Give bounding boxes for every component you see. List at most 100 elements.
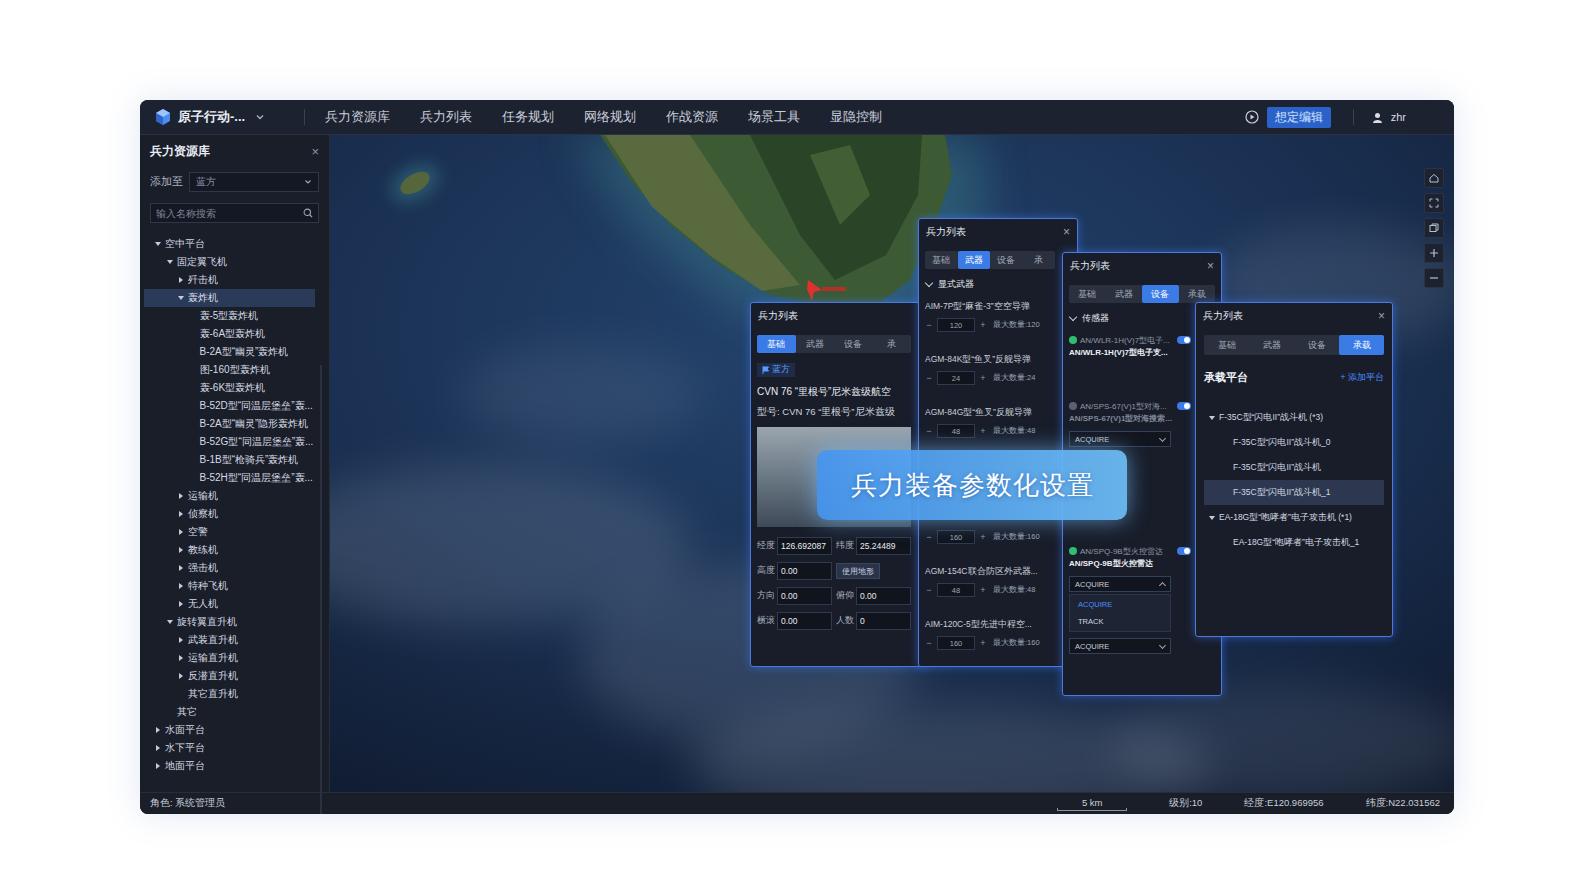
expand-caret-icon[interactable] (179, 493, 183, 499)
tree-item[interactable]: 轰-6K型轰炸机 (144, 379, 315, 397)
carrier-item[interactable]: EA-18G型“咆哮者”电子攻击机 (*1) (1204, 505, 1384, 530)
section-header[interactable]: 显式武器 (925, 277, 1055, 291)
mode-select[interactable]: ACQUIRE (1069, 576, 1171, 592)
tree-item[interactable]: 强击机 (144, 559, 315, 577)
tree-item[interactable]: 图-160型轰炸机 (144, 361, 315, 379)
weapon-count[interactable]: 160 (937, 636, 975, 650)
panel-tab[interactable]: 武器 (1249, 335, 1294, 355)
mode-button[interactable]: 想定编辑 (1267, 107, 1331, 128)
decrement-button[interactable]: − (925, 585, 933, 595)
tree-item[interactable]: 其它 (144, 703, 315, 721)
expand-caret-icon[interactable] (179, 529, 183, 535)
tree-item[interactable]: 水下平台 (144, 739, 315, 757)
panel-tab[interactable]: 承载 (1179, 285, 1216, 303)
search-input[interactable] (156, 208, 303, 219)
mode-option[interactable]: TRACK (1070, 613, 1170, 630)
mode-option[interactable]: ACQUIRE (1070, 596, 1170, 613)
tree-item[interactable]: 武装直升机 (144, 631, 315, 649)
increment-button[interactable]: + (979, 426, 987, 436)
tree-item[interactable]: 轰-6A型轰炸机 (144, 325, 315, 343)
sensor-toggle[interactable] (1177, 402, 1191, 410)
tree-item[interactable]: 歼击机 (144, 271, 315, 289)
chevron-down-icon[interactable] (255, 112, 265, 122)
carrier-item[interactable]: EA-18G型“咆哮者”电子攻击机_1 (1204, 530, 1384, 555)
weapon-count[interactable]: 160 (937, 530, 975, 544)
play-icon[interactable] (1245, 110, 1259, 124)
increment-button[interactable]: + (979, 532, 987, 542)
weapon-count[interactable]: 48 (937, 583, 975, 597)
expand-caret-icon[interactable] (179, 655, 183, 661)
carrier-item[interactable]: F-35C型“闪电II”战斗机 (1204, 455, 1384, 480)
expand-caret-icon[interactable] (178, 296, 184, 300)
panel-tab[interactable]: 承载 (1339, 335, 1384, 355)
add-platform-button[interactable]: + 添加平台 (1340, 371, 1384, 384)
tree-item[interactable]: B-2A型“幽灵”隐形轰炸机 (144, 415, 315, 433)
panel-tab[interactable]: 武器 (1106, 285, 1143, 303)
tree-item[interactable]: 空警 (144, 523, 315, 541)
sensor-toggle[interactable] (1177, 336, 1191, 344)
decrement-button[interactable]: − (925, 532, 933, 542)
expand-caret-icon[interactable] (179, 277, 183, 283)
decrement-button[interactable]: − (925, 426, 933, 436)
expand-caret-icon[interactable] (155, 242, 161, 246)
tree-item[interactable]: 其它直升机 (144, 685, 315, 703)
expand-caret-icon[interactable] (1209, 516, 1215, 520)
tree-item[interactable]: 运输直升机 (144, 649, 315, 667)
expand-caret-icon[interactable] (179, 673, 183, 679)
panel-tab[interactable]: 承 (1023, 251, 1056, 269)
sensor-toggle[interactable] (1177, 547, 1191, 555)
expand-caret-icon[interactable] (156, 745, 160, 751)
tree-item[interactable]: 教练机 (144, 541, 315, 559)
menu-item[interactable]: 场景工具 (748, 109, 800, 126)
menu-item[interactable]: 兵力列表 (420, 109, 472, 126)
carrier-item[interactable]: F-35C型“闪电II”战斗机_0 (1204, 430, 1384, 455)
panel-tab[interactable]: 武器 (796, 335, 835, 353)
close-button[interactable]: × (1063, 225, 1070, 239)
search-icon[interactable] (303, 208, 313, 218)
close-button[interactable]: × (1378, 309, 1385, 323)
panel-tab[interactable]: 设备 (1294, 335, 1339, 355)
field-input[interactable]: 0.00 (777, 612, 832, 630)
weapon-count[interactable]: 120 (937, 318, 975, 332)
tree-item[interactable]: 空中平台 (144, 235, 315, 253)
tree-item[interactable]: 无人机 (144, 595, 315, 613)
tree-item[interactable]: 反潜直升机 (144, 667, 315, 685)
menu-item[interactable]: 显隐控制 (830, 109, 882, 126)
panel-tab[interactable]: 基础 (1069, 285, 1106, 303)
field-input[interactable]: 0.00 (856, 587, 911, 605)
decrement-button[interactable]: − (925, 638, 933, 648)
tree-item[interactable]: 运输机 (144, 487, 315, 505)
expand-caret-icon[interactable] (156, 763, 160, 769)
expand-caret-icon[interactable] (179, 637, 183, 643)
map-tool-button[interactable] (1424, 218, 1444, 238)
side-select[interactable]: 蓝方 (189, 172, 319, 192)
expand-caret-icon[interactable] (179, 583, 183, 589)
app-title[interactable]: 原子行动-... (178, 108, 245, 126)
tree-item[interactable]: 地面平台 (144, 757, 315, 775)
map-tool-button[interactable] (1424, 268, 1444, 288)
menu-item[interactable]: 兵力资源库 (325, 109, 390, 126)
tree-item[interactable]: 轰炸机 (144, 289, 315, 307)
tree-item[interactable]: B-52D型“同温层堡垒”轰... (144, 397, 315, 415)
expand-caret-icon[interactable] (1209, 416, 1215, 420)
tree-item[interactable]: 特种飞机 (144, 577, 315, 595)
expand-caret-icon[interactable] (179, 511, 183, 517)
carrier-item[interactable]: F-35C型“闪电II”战斗机 (*3) (1204, 405, 1384, 430)
map-tool-button[interactable] (1424, 243, 1444, 263)
expand-caret-icon[interactable] (179, 601, 183, 607)
tree-item[interactable]: 水面平台 (144, 721, 315, 739)
mode-select[interactable]: ACQUIRE (1069, 638, 1171, 654)
tree-item[interactable]: 轰-5型轰炸机 (144, 307, 315, 325)
panel-tab[interactable]: 承 (873, 335, 912, 353)
increment-button[interactable]: + (979, 585, 987, 595)
section-header[interactable]: 传感器 (1069, 311, 1215, 325)
weapon-count[interactable]: 48 (937, 424, 975, 438)
panel-tab[interactable]: 基础 (757, 335, 796, 353)
terrain-button[interactable]: 使用地形 (836, 563, 880, 579)
panel-tab[interactable]: 基础 (1204, 335, 1249, 355)
panel-tab[interactable]: 设备 (990, 251, 1023, 269)
tree-item[interactable]: B-2A型“幽灵”轰炸机 (144, 343, 315, 361)
tree-item[interactable]: 旋转翼直升机 (144, 613, 315, 631)
expand-caret-icon[interactable] (156, 727, 160, 733)
tree-item[interactable]: 侦察机 (144, 505, 315, 523)
